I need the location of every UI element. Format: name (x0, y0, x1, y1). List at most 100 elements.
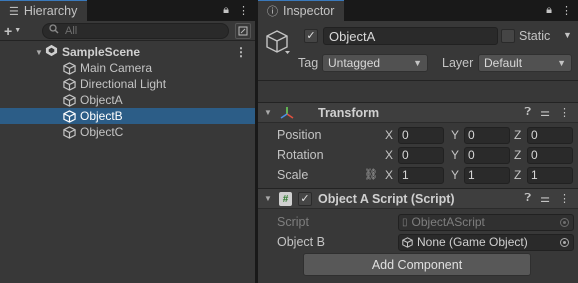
search-input[interactable]: All (42, 22, 229, 39)
tag-dropdown[interactable]: Untagged ▼ (322, 54, 428, 72)
gameobject-cube-icon (63, 109, 80, 123)
object-b-label: Object B (277, 235, 325, 249)
object-picker-icon[interactable] (560, 237, 569, 247)
lock-icon[interactable]: 🔒︎ (546, 4, 552, 17)
transform-x-field[interactable]: 0 (398, 126, 444, 144)
transform-x-field[interactable]: 1 (398, 166, 444, 184)
expand-arrow-icon[interactable]: ▼ (33, 48, 45, 57)
preset-icon[interactable]: ⚌ (540, 106, 550, 119)
script-enabled-checkbox[interactable]: ✓ (298, 192, 312, 206)
chevron-down-icon: ▼ (413, 58, 422, 68)
hierarchy-item[interactable]: ObjectA (0, 92, 255, 108)
transform-row-label: Rotation (277, 148, 324, 162)
hierarchy-toolbar: + ▼ All (0, 21, 255, 41)
add-component-button[interactable]: Add Component (303, 253, 531, 276)
axis-z-label: Z (514, 128, 522, 142)
tab-inspector-label: Inspector (283, 4, 335, 18)
hierarchy-item-label: ObjectB (80, 109, 123, 123)
axis-y-label: Y (451, 148, 460, 162)
object-name-field[interactable]: ObjectA (323, 27, 498, 45)
gameobject-cube-icon (63, 125, 80, 139)
object-picker-icon (560, 217, 569, 227)
script-component-body: Script ▯ ObjectAScript Object B None (Ga… (258, 209, 578, 252)
search-icon (49, 24, 59, 37)
tab-hierarchy-label: Hierarchy (23, 4, 78, 18)
transform-z-field[interactable]: 0 (527, 146, 573, 164)
list-icon: ☰ (9, 5, 19, 18)
expand-arrow-icon[interactable]: ▼ (264, 194, 272, 203)
hierarchy-item[interactable]: ObjectB (0, 108, 255, 124)
script-component-header[interactable]: ▼ # ✓ Object A Script (Script) ❓︎ ⚌ ⋮ (258, 188, 578, 209)
hierarchy-item[interactable]: Main Camera (0, 60, 255, 76)
transform-row: Scale ⛓ X 1 Y 1 Z 1 (258, 165, 578, 185)
scene-row[interactable]: ▼ SampleScene ⋮ (0, 44, 255, 60)
constrain-proportions-icon[interactable]: ⛓ (364, 168, 378, 181)
filter-icon (238, 26, 248, 35)
search-placeholder: All (65, 24, 78, 37)
axis-z-label: Z (514, 148, 522, 162)
tab-inspector[interactable]: ⓘ Inspector (258, 0, 345, 21)
script-field: ▯ ObjectAScript (398, 213, 574, 231)
unity-scene-icon (45, 44, 58, 60)
object-b-row: Object B None (Game Object) (258, 232, 578, 252)
transform-row-label: Position (277, 128, 322, 142)
hierarchy-item-label: Directional Light (80, 77, 167, 91)
object-b-field[interactable]: None (Game Object) (398, 233, 574, 251)
script-component-title: Object A Script (Script) (318, 192, 455, 206)
axis-x-label: X (385, 128, 394, 142)
transform-y-field[interactable]: 1 (464, 166, 510, 184)
axis-z-label: Z (514, 168, 522, 182)
layer-value: Default (484, 56, 523, 70)
hierarchy-item-label: ObjectC (80, 125, 124, 139)
script-field-value: ObjectAScript (411, 215, 485, 229)
transform-row-label: Scale (277, 168, 309, 182)
transform-icon (280, 106, 294, 123)
plus-icon: + (4, 22, 13, 39)
active-checkbox[interactable]: ✓ (304, 29, 318, 43)
transform-y-field[interactable]: 0 (464, 126, 510, 144)
create-button[interactable]: + ▼ (4, 23, 36, 39)
hierarchy-item[interactable]: Directional Light (0, 76, 255, 92)
more-menu-icon[interactable]: ⋮ (561, 4, 572, 17)
expand-arrow-icon[interactable]: ▼ (264, 108, 272, 117)
hierarchy-item-label: ObjectA (80, 93, 123, 107)
transform-z-field[interactable]: 1 (527, 166, 573, 184)
transform-header[interactable]: ▼ Transform ❓︎ ⚌ ⋮ (258, 102, 578, 123)
scene-name: SampleScene (62, 45, 141, 59)
more-menu-icon[interactable]: ⋮ (559, 192, 570, 205)
script-label: Script (277, 215, 309, 229)
gameobject-cube-icon (63, 93, 80, 107)
object-b-value: None (Game Object) (417, 235, 528, 249)
chevron-down-icon: ▼ (14, 27, 22, 34)
chevron-down-icon: ▼ (557, 58, 566, 68)
transform-x-field[interactable]: 0 (398, 146, 444, 164)
transform-row: Position X 0 Y 0 Z 0 (258, 125, 578, 145)
static-label: Static (519, 29, 551, 43)
layer-dropdown[interactable]: Default ▼ (478, 54, 572, 72)
preset-icon[interactable]: ⚌ (540, 192, 550, 205)
axis-x-label: X (385, 168, 394, 182)
search-filter-button[interactable] (235, 22, 251, 39)
more-menu-icon[interactable]: ⋮ (238, 4, 249, 17)
hierarchy-item-label: Main Camera (80, 61, 153, 75)
more-menu-icon[interactable]: ⋮ (559, 106, 570, 119)
static-checkbox[interactable] (501, 29, 515, 43)
tag-label: Tag (298, 56, 319, 70)
transform-row: Rotation X 0 Y 0 Z 0 (258, 145, 578, 165)
transform-y-field[interactable]: 0 (464, 146, 510, 164)
hierarchy-item[interactable]: ObjectC (0, 124, 255, 140)
axis-y-label: Y (451, 168, 460, 182)
transform-body: Position X 0 Y 0 Z 0 Rotation X 0 Y 0 Z 0 Scale ⛓ X 1 Y 1 Z 1 (258, 123, 578, 186)
help-icon[interactable]: ❓︎ (525, 192, 532, 205)
inspector-panel: ⓘ Inspector 🔒︎ ⋮ ✓ ObjectA Static ▼ Tag … (258, 0, 578, 283)
chevron-down-icon[interactable]: ▼ (563, 30, 572, 40)
gameobject-cube-icon (63, 77, 80, 91)
gameobject-header: ✓ ObjectA Static ▼ Tag Untagged ▼ Layer … (258, 21, 578, 81)
more-menu-icon[interactable]: ⋮ (235, 45, 247, 59)
lock-icon[interactable]: 🔒︎ (223, 4, 229, 17)
axis-y-label: Y (451, 128, 460, 142)
tab-hierarchy[interactable]: ☰ Hierarchy (0, 0, 88, 21)
help-icon[interactable]: ❓︎ (525, 106, 532, 119)
transform-z-field[interactable]: 0 (527, 126, 573, 144)
gameobject-cube-icon[interactable] (264, 29, 290, 58)
